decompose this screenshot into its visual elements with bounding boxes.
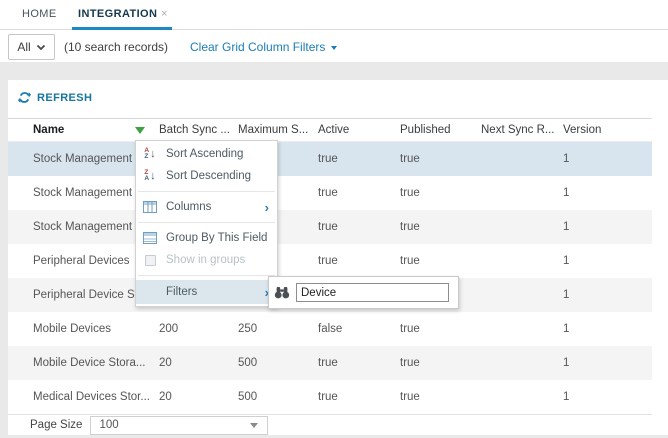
empty-icon-slot [142, 285, 158, 299]
cell-version: 1 [563, 289, 623, 301]
table-row[interactable]: Peripheral Devices true true 1 [8, 244, 652, 278]
menu-item-sort-ascending[interactable]: AZ↓ Sort Ascending [136, 143, 277, 165]
cell-batch: 200 [159, 323, 238, 335]
cell-version: 1 [563, 323, 623, 335]
cell-published: true [400, 221, 481, 233]
cell-active: false [318, 323, 400, 335]
refresh-label: REFRESH [37, 92, 92, 104]
sort-descending-icon: ZA↓ [142, 169, 158, 183]
scope-dropdown-value: All [17, 40, 30, 54]
menu-item-label: Sort Descending [166, 170, 251, 182]
refresh-button[interactable]: REFRESH [18, 91, 92, 104]
column-header-published[interactable]: Published [400, 124, 481, 136]
menu-item-group-by-this-field[interactable]: Group By This Field [136, 227, 277, 249]
filter-submenu-popup [268, 276, 459, 309]
cell-version: 1 [563, 153, 623, 165]
table-row[interactable]: Stock Management - true true 1 [8, 176, 652, 210]
cell-active: true [318, 255, 400, 267]
cell-name: Mobile Device Stora... [33, 357, 159, 369]
table-row[interactable]: Stock Management - true true 1 [8, 142, 652, 176]
cell-version: 1 [563, 357, 623, 369]
cell-name: Medical Devices Stor... [33, 391, 159, 403]
menu-item-show-in-groups: Show in groups [136, 249, 277, 271]
cell-batch: 20 [159, 391, 238, 403]
menu-item-columns[interactable]: Columns › [136, 196, 277, 218]
grid-footer: Page Size 100 [8, 414, 652, 435]
menu-item-label: Filters [166, 286, 197, 298]
filter-active-icon [135, 127, 145, 134]
column-header-name-label: Name [33, 124, 64, 136]
grid-header-row: Name Batch Sync ... Maximum S... Active … [8, 118, 652, 142]
column-context-menu: AZ↓ Sort Ascending ZA↓ Sort Descending C… [135, 140, 278, 307]
submenu-chevron-icon: › [265, 201, 269, 214]
page-size-combo[interactable]: 100 [90, 416, 268, 435]
menu-separator [138, 191, 275, 192]
cell-maximum: 250 [238, 323, 318, 335]
menu-item-label: Group By This Field [166, 232, 267, 244]
cell-published: true [400, 187, 481, 199]
cell-name: Mobile Devices [33, 323, 159, 335]
tab-integration[interactable]: INTEGRATION [78, 8, 157, 20]
tab-home[interactable]: HOME [22, 8, 57, 20]
scope-dropdown[interactable]: All [8, 34, 55, 60]
cell-active: true [318, 357, 400, 369]
refresh-icon [18, 91, 31, 104]
menu-separator [138, 222, 275, 223]
filter-input[interactable] [296, 283, 449, 302]
column-header-next-sync[interactable]: Next Sync R... [481, 124, 563, 136]
grid-panel: REFRESH Name Batch Sync ... Maximum S...… [8, 80, 668, 435]
clear-filters-label: Clear Grid Column Filters [190, 40, 325, 54]
tab-close-icon[interactable]: × [161, 8, 167, 20]
column-header-active[interactable]: Active [318, 124, 400, 136]
cell-published: true [400, 153, 481, 165]
search-toolbar: All (10 search records) Clear Grid Colum… [0, 31, 668, 62]
find-binoculars-icon [274, 286, 290, 299]
tab-bar: HOME INTEGRATION × [0, 0, 668, 30]
cell-version: 1 [563, 187, 623, 199]
page-size-label: Page Size [30, 419, 82, 431]
clear-grid-column-filters-link[interactable]: Clear Grid Column Filters [190, 40, 337, 54]
columns-icon [142, 200, 158, 214]
cell-version: 1 [563, 221, 623, 233]
table-row[interactable]: Stock Management - true true 1 [8, 210, 652, 244]
search-records-count: (10 search records) [64, 40, 168, 54]
menu-item-filters[interactable]: Filters › [136, 280, 277, 304]
cell-published: true [400, 323, 481, 335]
menu-item-label: Columns [166, 201, 211, 213]
column-header-batch-sync[interactable]: Batch Sync ... [159, 124, 238, 136]
cell-active: true [318, 221, 400, 233]
chevron-down-icon [250, 423, 258, 428]
cell-active: true [318, 391, 400, 403]
table-row[interactable]: Medical Devices Stor... 20 500 true true… [8, 380, 652, 414]
chevron-down-icon [36, 44, 46, 51]
page-size-value: 100 [99, 419, 118, 431]
cell-maximum: 500 [238, 391, 318, 403]
sort-ascending-icon: AZ↓ [142, 147, 158, 161]
cell-active: true [318, 187, 400, 199]
chevron-down-icon [331, 46, 337, 50]
cell-version: 1 [563, 255, 623, 267]
menu-item-sort-descending[interactable]: ZA↓ Sort Descending [136, 165, 277, 187]
column-header-version[interactable]: Version [563, 124, 623, 136]
active-tab-underline [72, 27, 172, 30]
group-by-icon [142, 231, 158, 245]
cell-maximum: 500 [238, 357, 318, 369]
cell-published: true [400, 357, 481, 369]
column-header-name[interactable]: Name [33, 124, 159, 136]
table-row[interactable]: Mobile Devices 200 250 false true 1 [8, 312, 652, 346]
cell-published: true [400, 255, 481, 267]
column-header-maximum[interactable]: Maximum S... [238, 124, 318, 136]
cell-batch: 20 [159, 357, 238, 369]
table-row[interactable]: Mobile Device Stora... 20 500 true true … [8, 346, 652, 380]
cell-published: true [400, 391, 481, 403]
menu-item-label: Show in groups [166, 254, 245, 266]
cell-active: true [318, 153, 400, 165]
checkbox-icon [142, 253, 158, 267]
cell-version: 1 [563, 391, 623, 403]
menu-separator [138, 275, 275, 276]
menu-item-label: Sort Ascending [166, 148, 243, 160]
